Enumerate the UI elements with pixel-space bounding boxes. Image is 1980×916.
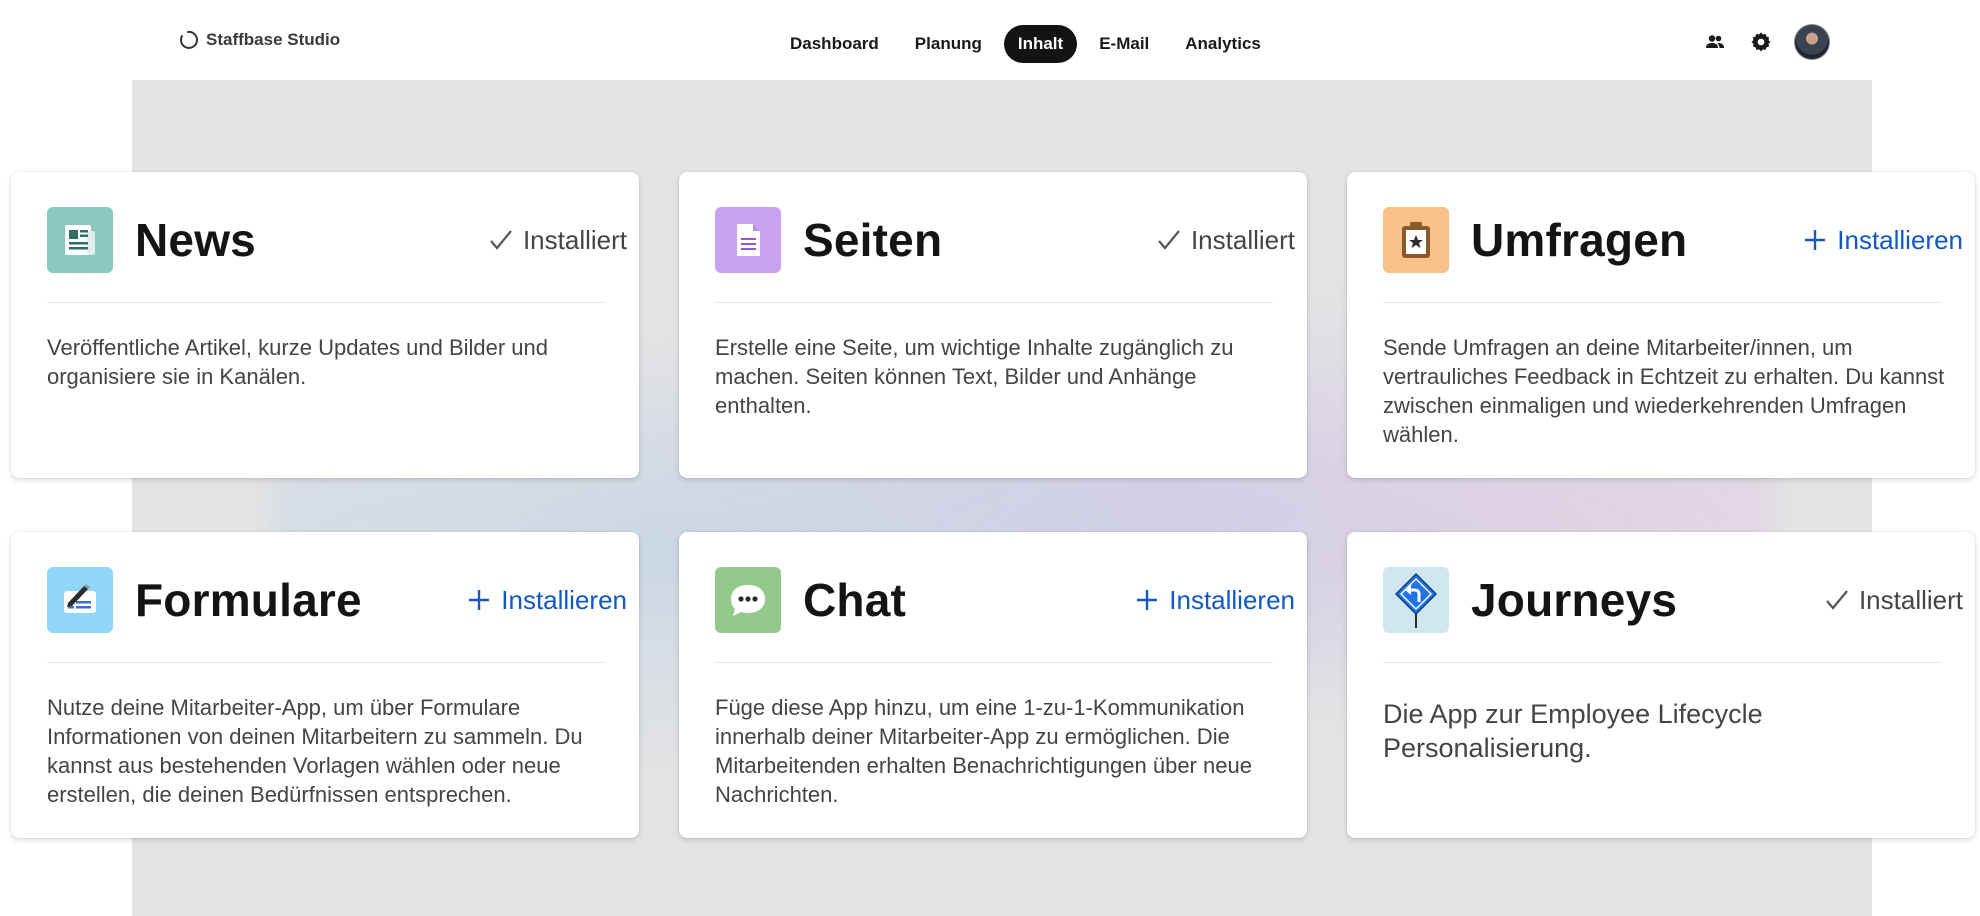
install-button[interactable]: Installieren xyxy=(467,585,627,616)
installed-status: Installiert xyxy=(489,225,627,256)
app-card-formulare[interactable]: Formulare Installieren Nutze deine Mitar… xyxy=(11,532,639,838)
gear-icon[interactable] xyxy=(1748,29,1774,55)
check-icon xyxy=(1158,230,1180,250)
app-description: Erstelle eine Seite, um wichtige Inhalte… xyxy=(715,335,1234,418)
action-label: Installieren xyxy=(501,584,627,615)
action-label: Installieren xyxy=(1837,224,1963,255)
divider xyxy=(47,662,605,663)
installed-status: Installiert xyxy=(1825,585,1963,616)
app-card-news[interactable]: News Installiert Veröffentliche Artikel,… xyxy=(11,172,639,478)
app-title: Chat xyxy=(803,574,907,626)
action-label: Installiert xyxy=(522,224,627,255)
installed-status: Installiert xyxy=(1157,225,1295,256)
check-icon xyxy=(490,230,512,250)
brand[interactable]: Staffbase Studio xyxy=(178,30,340,50)
app-description: Veröffentliche Artikel, kurze Updates un… xyxy=(47,335,549,389)
app-description: Füge diese App hinzu, um eine 1-zu-1-Kom… xyxy=(715,695,1252,807)
users-icon[interactable] xyxy=(1702,29,1728,55)
divider xyxy=(1383,302,1941,303)
top-actions xyxy=(1702,24,1830,60)
app-card-journeys[interactable]: Journeys Installiert Die App zur Employe… xyxy=(1347,532,1975,838)
plus-icon xyxy=(1805,230,1826,250)
app-description: Die App zur Employee Lifecycle Personali… xyxy=(1383,699,1763,763)
nav-planung[interactable]: Planung xyxy=(901,25,996,63)
action-label: Installiert xyxy=(1858,584,1963,615)
install-button[interactable]: Installieren xyxy=(1135,585,1295,616)
nav-email[interactable]: E-Mail xyxy=(1085,25,1163,63)
top-bar: Staffbase Studio Dashboard Planung Inhal… xyxy=(0,0,1980,80)
nav-inhalt[interactable]: Inhalt xyxy=(1003,25,1078,63)
plus-icon xyxy=(469,590,490,610)
plus-icon xyxy=(1137,590,1158,610)
divider xyxy=(715,662,1273,663)
app-title: Journeys xyxy=(1471,574,1678,626)
divider xyxy=(715,302,1273,303)
chat-bubble-icon xyxy=(715,567,781,633)
action-label: Installiert xyxy=(1190,224,1295,255)
app-title: Seiten xyxy=(803,214,943,266)
app-description: Nutze deine Mitarbeiter-App, um über For… xyxy=(47,695,583,807)
road-sign-icon xyxy=(1383,567,1449,633)
clipboard-star-icon xyxy=(1383,207,1449,273)
main-nav: Dashboard Planung Inhalt E-Mail Analytic… xyxy=(776,25,1275,63)
nav-analytics[interactable]: Analytics xyxy=(1171,25,1275,63)
action-label: Installieren xyxy=(1169,584,1295,615)
newspaper-icon xyxy=(47,207,113,273)
divider xyxy=(47,302,605,303)
check-icon xyxy=(1826,590,1848,610)
user-avatar[interactable] xyxy=(1794,24,1830,60)
app-card-seiten[interactable]: Seiten Installiert Erstelle eine Seite, … xyxy=(679,172,1307,478)
document-icon xyxy=(715,207,781,273)
divider xyxy=(1383,662,1941,663)
app-card-umfragen[interactable]: Umfragen Installieren Sende Umfragen an … xyxy=(1347,172,1975,478)
nav-dashboard[interactable]: Dashboard xyxy=(776,25,893,63)
form-pen-icon xyxy=(47,567,113,633)
app-description: Sende Umfragen an deine Mitarbeiter/inne… xyxy=(1383,335,1945,447)
install-button[interactable]: Installieren xyxy=(1803,225,1963,256)
app-title: Formulare xyxy=(135,574,362,626)
app-title: News xyxy=(135,214,256,266)
app-card-chat[interactable]: Chat Installieren Füge diese App hinzu, … xyxy=(679,532,1307,838)
brand-name: Staffbase Studio xyxy=(206,30,341,49)
app-title: Umfragen xyxy=(1471,214,1688,266)
staffbase-logo-icon xyxy=(179,30,198,49)
